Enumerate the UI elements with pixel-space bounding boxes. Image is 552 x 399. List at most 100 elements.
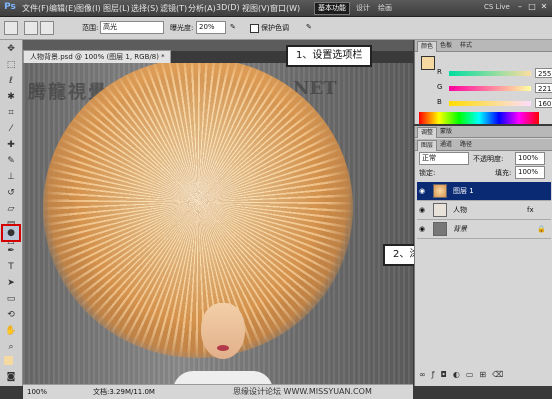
tab-masks[interactable]: 蒙版 <box>437 127 455 137</box>
layer-row[interactable]: ◉ 背景 🔒 <box>417 220 551 239</box>
color-spectrum[interactable] <box>419 112 539 124</box>
menu-3d[interactable]: 3D(D) <box>216 3 240 12</box>
protect-tone-checkbox[interactable]: 保护色调 <box>250 22 306 34</box>
tab-color[interactable]: 颜色 <box>417 41 438 52</box>
menu-layer[interactable]: 图层(L) <box>103 3 130 14</box>
menu-select[interactable]: 选择(S) <box>131 3 158 14</box>
folder-icon[interactable]: ▭ <box>466 370 480 379</box>
pressure-icon[interactable]: ✎ <box>306 23 312 31</box>
move-tool-icon[interactable]: ✥ <box>3 42 19 56</box>
pen-tool-icon[interactable]: ✒ <box>3 244 19 258</box>
opacity-input[interactable]: 100% <box>515 152 545 165</box>
person-shirt <box>173 371 273 384</box>
fill-input[interactable]: 100% <box>515 166 545 179</box>
eye-icon[interactable]: ◉ <box>419 206 427 214</box>
menu-view[interactable]: 视图(V) <box>242 3 270 14</box>
tab-styles[interactable]: 样式 <box>457 41 475 51</box>
marquee-tool-icon[interactable]: ⬚ <box>3 58 19 72</box>
shape-tool-icon[interactable]: ▭ <box>3 292 19 306</box>
menu-image[interactable]: 图像(I) <box>76 3 101 14</box>
menu-edit[interactable]: 编辑(E) <box>49 3 76 14</box>
status-bar: 100% 文档:3.29M/11.0M 思缘设计论坛 WWW.MISSYUAN.… <box>23 384 413 399</box>
lasso-tool-icon[interactable]: ℓ <box>3 74 19 88</box>
dodge-tool-icon[interactable]: ● <box>1 224 21 242</box>
3d-rotate-tool-icon[interactable]: ⟲ <box>3 308 19 322</box>
cs-live-button[interactable]: CS Live <box>484 3 510 11</box>
eye-icon[interactable]: ◉ <box>419 187 427 195</box>
document-tab[interactable]: 人物背景.psd @ 100% (图层 1, RGB/8) * <box>23 50 171 63</box>
eye-icon[interactable]: ◉ <box>419 225 427 233</box>
eyedropper-tool-icon[interactable]: ⁄ <box>3 122 19 136</box>
tab-channels[interactable]: 通道 <box>437 140 455 150</box>
eraser-tool-icon[interactable]: ▱ <box>3 202 19 216</box>
b-label: B <box>437 98 442 106</box>
tab-adjustments[interactable]: 调整 <box>417 127 438 138</box>
healing-tool-icon[interactable]: ✚ <box>3 138 19 152</box>
crop-tool-icon[interactable]: ⌗ <box>3 106 19 120</box>
foreground-color-swatch[interactable] <box>4 356 13 365</box>
trash-icon[interactable]: ⌫ <box>492 370 509 379</box>
workspace-design[interactable]: 设计 <box>356 3 370 13</box>
g-value[interactable]: 221 <box>535 83 552 93</box>
adjust-tabs: 调整 蒙版 <box>415 126 552 138</box>
quick-select-tool-icon[interactable]: ✱ <box>3 90 19 104</box>
menu-window[interactable]: 窗口(W) <box>270 3 300 14</box>
layer-row[interactable]: ◉ 图层 1 <box>417 182 551 201</box>
exposure-input[interactable]: 20% <box>196 21 226 34</box>
fill-label: 填充: <box>495 169 512 177</box>
tab-swatches[interactable]: 色板 <box>437 41 455 51</box>
menu-analysis[interactable]: 分析(A) <box>188 3 216 14</box>
maximize-icon[interactable]: □ <box>527 2 537 12</box>
history-brush-tool-icon[interactable]: ↺ <box>3 186 19 200</box>
workspace-paint[interactable]: 绘画 <box>378 3 392 13</box>
r-slider[interactable] <box>449 71 531 76</box>
b-slider[interactable] <box>449 101 531 106</box>
tab-layers[interactable]: 图层 <box>417 140 438 151</box>
dodge-tool-preset-icon[interactable] <box>4 21 18 35</box>
close-icon[interactable]: ✕ <box>539 2 549 12</box>
minimize-icon[interactable]: – <box>515 2 525 12</box>
layers-tabs: 图层 通道 路径 <box>415 139 552 151</box>
fg-swatch[interactable] <box>421 56 435 70</box>
clone-stamp-tool-icon[interactable]: ⊥ <box>3 170 19 184</box>
fx-button-icon[interactable]: ƒ <box>432 370 441 379</box>
quick-mask-icon[interactable]: ◙ <box>3 370 19 384</box>
footer-watermark: 思缘设计论坛 WWW.MISSYUAN.COM <box>233 387 372 396</box>
checkbox-box <box>250 23 259 33</box>
callout-step1: 1、设置选项栏 <box>286 45 373 67</box>
brush-panel-icon[interactable] <box>40 21 54 35</box>
workspace-basic-button[interactable]: 基本功能 <box>314 2 350 15</box>
mask-icon[interactable]: ◘ <box>441 370 453 379</box>
protect-tone-label: 保护色调 <box>261 24 289 32</box>
range-select[interactable]: 高光 <box>100 21 164 34</box>
path-select-tool-icon[interactable]: ➤ <box>3 276 19 290</box>
menu-filter[interactable]: 滤镜(T) <box>160 3 187 14</box>
zoom-tool-icon[interactable]: ⌕ <box>3 340 19 354</box>
layer-row[interactable]: ◉ 人物 fx <box>417 201 551 220</box>
adjustment-icon[interactable]: ◐ <box>453 370 466 379</box>
options-bar: 范围: 高光 曝光度: 20% ✎ 保护色调 ✎ <box>0 17 552 40</box>
g-slider[interactable] <box>449 86 531 91</box>
photoshop-logo: Ps <box>4 2 16 12</box>
range-label: 范围: <box>82 24 99 32</box>
layer-name: 人物 <box>453 206 467 214</box>
tab-paths[interactable]: 路径 <box>457 140 475 150</box>
airbrush-icon[interactable]: ✎ <box>230 23 236 31</box>
slider-r: R 255 <box>437 68 552 80</box>
hand-tool-icon[interactable]: ✋ <box>3 324 19 338</box>
link-icon[interactable]: ∞ <box>419 370 432 379</box>
menu-file[interactable]: 文件(F) <box>22 3 49 14</box>
document-size: 文档:3.29M/11.0M <box>93 388 155 396</box>
brush-tool-icon[interactable]: ✎ <box>3 154 19 168</box>
fx-icon[interactable]: fx <box>527 201 534 219</box>
type-tool-icon[interactable]: T <box>3 260 19 274</box>
slider-b: B 160 <box>437 98 552 110</box>
blend-mode-select[interactable]: 正常 <box>419 152 469 165</box>
r-value[interactable]: 255 <box>535 68 552 78</box>
b-value[interactable]: 160 <box>535 98 552 108</box>
document-canvas[interactable]: 腾龍視覺 NET <box>23 63 413 384</box>
layer-name: 图层 1 <box>453 187 474 195</box>
brush-size-icon[interactable] <box>24 21 38 35</box>
zoom-level[interactable]: 100% <box>27 385 47 399</box>
new-layer-icon[interactable]: ⊞ <box>479 370 492 379</box>
